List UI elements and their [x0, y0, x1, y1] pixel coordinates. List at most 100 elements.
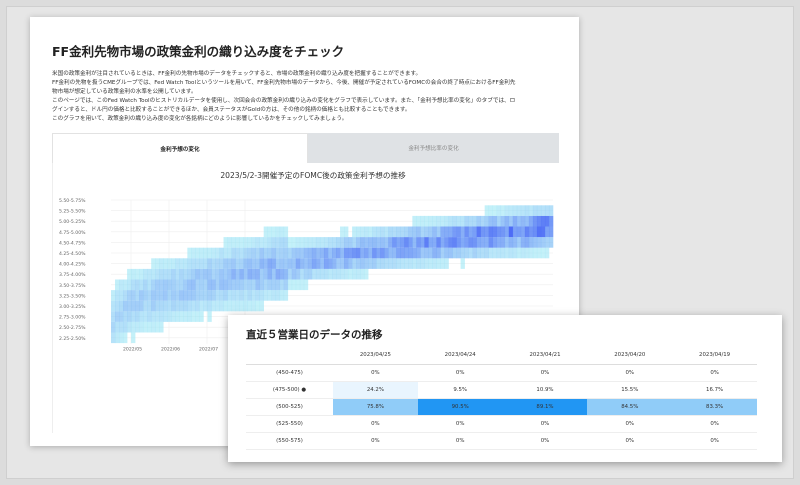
heat-cell [444, 237, 449, 248]
heat-cell [251, 247, 256, 259]
heat-cell [516, 215, 522, 227]
heat-cell [159, 258, 164, 269]
heat-cell [179, 268, 184, 280]
heat-cell [195, 311, 200, 322]
heat-cell [147, 290, 152, 301]
heat-cell [392, 258, 397, 269]
heat-cell [344, 237, 349, 248]
y-tick-label: 2.75-3.00% [59, 315, 86, 321]
heat-cell [524, 215, 530, 227]
heat-cell [323, 268, 329, 280]
heat-cell [275, 237, 281, 248]
heat-cell [271, 279, 277, 291]
description-line: 米国の政策金利が注目されているときは、FF金利の先物市場のデータをチェックすると… [52, 71, 422, 77]
table-row: (475-500) ● 24.2% 9.5% 10.9% 15.5% 16.7% [246, 381, 757, 399]
heat-cell [480, 226, 485, 238]
heat-cell [275, 268, 281, 280]
heat-cell [207, 300, 212, 312]
description-line: このページでは、このFed Watch Toolのヒストリカルデータを使用し、次… [52, 98, 516, 105]
heat-cell [143, 300, 148, 312]
heat-cell [504, 226, 510, 238]
heat-cell [488, 215, 494, 227]
heat-cell [496, 226, 502, 238]
heat-cell [468, 237, 473, 248]
heat-cell [115, 279, 120, 291]
heat-cell [223, 258, 228, 269]
heat-cell [259, 300, 264, 312]
heat-cell [215, 258, 220, 269]
heat-cell [211, 279, 216, 291]
heat-cell [520, 226, 526, 238]
heat-cell [259, 237, 264, 248]
probability-cell: 84.5% [587, 398, 673, 416]
heat-cell [500, 205, 506, 216]
heat-cell [456, 247, 461, 259]
heat-cell [528, 247, 534, 259]
heat-cell [263, 258, 269, 269]
heat-cell [159, 279, 164, 291]
heat-cell [327, 237, 333, 248]
heat-cell [135, 311, 140, 322]
heat-cell [243, 290, 248, 301]
heat-cell [432, 258, 437, 269]
heat-cell [303, 258, 309, 269]
heat-cell [171, 258, 176, 269]
heat-cell [127, 300, 132, 312]
heat-cell [352, 247, 357, 259]
heat-cell [380, 247, 385, 259]
heat-cell [131, 268, 136, 280]
heat-cell [119, 311, 124, 322]
heat-cell [187, 247, 192, 259]
description-line: FF金利の先物を扱うCMEグループでは、Fed Watch Toolというツール… [52, 80, 516, 87]
heat-cell [315, 247, 321, 259]
heat-cell [311, 237, 317, 248]
heat-cell [127, 311, 132, 322]
heat-cell [408, 247, 413, 259]
description-line: グインすると、ドル円の価格と比較することができるほか、会員ステータスがGoldの… [52, 107, 411, 114]
heat-cell [444, 226, 449, 238]
tab-rate-forecast[interactable]: 金利予想の変化 [52, 133, 308, 163]
heat-cell [167, 300, 172, 312]
heat-cell [500, 215, 506, 227]
heat-cell [183, 290, 188, 301]
probability-cell: 0% [333, 432, 418, 450]
heat-cell [199, 290, 204, 301]
heat-cell [424, 237, 429, 248]
heat-cell [340, 247, 345, 259]
heat-cell [287, 268, 293, 280]
heat-cell [500, 247, 506, 259]
heat-cell [360, 247, 365, 259]
heat-cell [452, 226, 457, 238]
heat-cell [532, 205, 538, 216]
heat-cell [255, 268, 260, 280]
rate-range-label: (450-475) [246, 364, 333, 382]
date-column-header: 2023/04/24 [417, 347, 503, 365]
heat-cell [127, 279, 132, 291]
heat-cell [303, 268, 309, 280]
heat-cell [404, 258, 409, 269]
heat-cell [323, 237, 329, 248]
heat-cell [223, 300, 228, 312]
heat-cell [380, 237, 385, 248]
heat-cell [271, 237, 277, 248]
heat-cell [155, 268, 160, 280]
tab-rate-ratio[interactable]: 金利予想比率の変化 [308, 133, 559, 163]
heat-cell [187, 311, 192, 322]
heat-cell [227, 237, 232, 248]
heat-cell [536, 247, 542, 259]
heat-cell [408, 258, 413, 269]
heat-cell [227, 247, 232, 259]
heat-cell [472, 215, 477, 227]
heat-cell [275, 258, 281, 269]
heat-cell [295, 268, 301, 280]
heat-cell [151, 300, 156, 312]
heat-cell [163, 279, 168, 291]
heat-cell [167, 268, 172, 280]
header-corner [246, 347, 333, 365]
heat-cell [211, 268, 216, 280]
heat-cell [396, 247, 401, 259]
heat-cell [175, 268, 180, 280]
heat-cell [548, 226, 554, 238]
heat-cell [376, 226, 381, 238]
heat-cell [492, 247, 498, 259]
